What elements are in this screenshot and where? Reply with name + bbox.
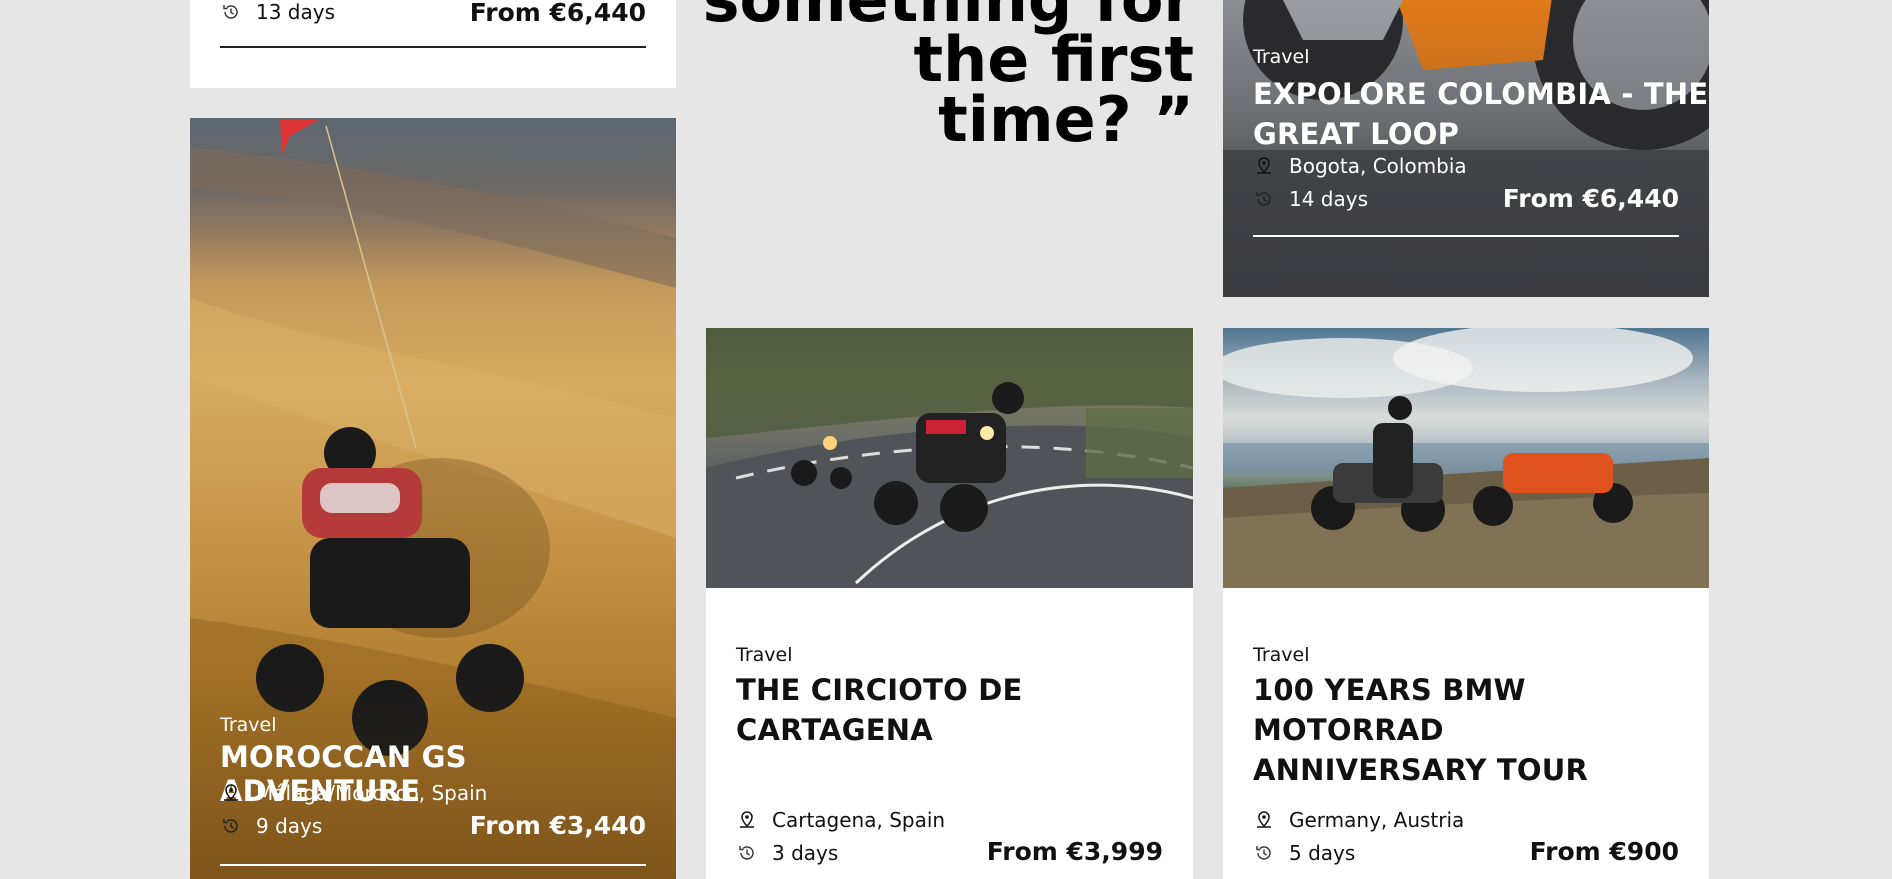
card-title-line-2: ANNIVERSARY TOUR	[1253, 753, 1589, 787]
card-title: 100 YEARS BMW MOTORRAD ANNIVERSARY TOUR	[1253, 670, 1709, 790]
tour-card-colombia[interactable]: Travel EXPOLORE COLOMBIA - THE GREAT LOO…	[1223, 0, 1709, 297]
location-pin-icon	[1253, 155, 1275, 177]
duration-text: 14 days	[1289, 187, 1369, 211]
card-title: EXPOLORE COLOMBIA - THE GREAT LOOP	[1253, 74, 1708, 154]
card-photo	[706, 328, 1193, 588]
duration-row: 3 days	[736, 841, 838, 865]
location-text: Málaga/Morocco, Spain	[256, 781, 488, 805]
tour-card-cartagena[interactable]: Travel THE CIRCIOTO DE CARTAGENA Cartage…	[706, 328, 1193, 879]
location-pin-icon	[1253, 809, 1275, 831]
card-category: Travel	[220, 714, 277, 736]
duration-row: 9 days	[220, 814, 322, 838]
duration-row: 5 days	[1253, 841, 1355, 865]
card-photo	[1223, 328, 1709, 588]
location-text: Cartagena, Spain	[772, 808, 946, 832]
card-title-line-1: 100 YEARS BMW MOTORRAD	[1253, 673, 1526, 747]
duration-text: 9 days	[256, 814, 323, 838]
card-title: THE CIRCIOTO DE CARTAGENA	[736, 670, 1023, 750]
location-pin-icon	[736, 809, 758, 831]
divider	[1253, 235, 1679, 237]
card-title-line-2: GREAT LOOP	[1253, 117, 1460, 151]
card-category: Travel	[736, 644, 793, 666]
clock-history-icon	[1253, 842, 1275, 864]
divider	[220, 864, 646, 866]
clock-history-icon	[220, 815, 242, 837]
quote-heading: something for the first time? ”	[700, 0, 1194, 156]
card-title-line-2: CARTAGENA	[736, 713, 933, 747]
clock-history-icon	[736, 842, 758, 864]
card-title-line-1: THE CIRCIOTO DE	[736, 673, 1023, 707]
duration-text: 13 days	[256, 0, 336, 24]
location-pin-icon	[220, 782, 242, 804]
location-row: Málaga/Morocco, Spain	[220, 781, 487, 805]
tour-card-bmw-anniversary[interactable]: Travel 100 YEARS BMW MOTORRAD ANNIVERSAR…	[1223, 328, 1709, 879]
tour-card-morocco[interactable]: Travel MOROCCAN GS ADVENTURE Málaga/Moro…	[190, 118, 676, 879]
price-text: From €3,440	[469, 811, 646, 840]
duration-text: 3 days	[772, 841, 839, 865]
price-text: From €6,440	[1502, 184, 1679, 213]
duration-row: 14 days	[1253, 187, 1368, 211]
divider	[220, 46, 646, 48]
price-text: From €900	[1529, 837, 1679, 866]
location-text: Bogota, Colombia	[1289, 154, 1467, 178]
card-category: Travel	[1253, 46, 1310, 68]
location-row: Cartagena, Spain	[736, 808, 945, 832]
clock-history-icon	[220, 1, 242, 23]
card-category: Travel	[1253, 644, 1310, 666]
price-text: From €6,440	[469, 0, 646, 27]
tour-card-top-left[interactable]: 13 days From €6,440	[190, 0, 676, 88]
quote-line-2: the first time? ”	[913, 23, 1194, 156]
clock-history-icon	[1253, 188, 1275, 210]
card-title-line-1: EXPOLORE COLOMBIA - THE	[1253, 77, 1709, 111]
duration-text: 5 days	[1289, 841, 1356, 865]
location-text: Germany, Austria	[1289, 808, 1465, 832]
location-row: Bogota, Colombia	[1253, 154, 1467, 178]
location-row: Germany, Austria	[1253, 808, 1464, 832]
duration-row: 13 days	[220, 0, 335, 24]
price-text: From €3,999	[986, 837, 1163, 866]
